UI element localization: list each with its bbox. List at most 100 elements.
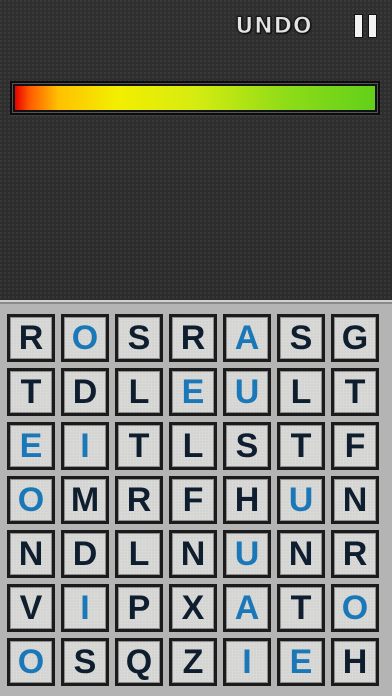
letter-tile[interactable]: G	[331, 314, 379, 362]
tile-letter: U	[288, 481, 314, 519]
tile-letter: V	[19, 589, 43, 627]
letter-tile[interactable]: U	[223, 368, 271, 416]
letter-tile[interactable]: D	[61, 530, 109, 578]
tile-letter: L	[128, 535, 150, 573]
letter-tile[interactable]: E	[7, 422, 55, 470]
tile-face: N	[334, 479, 376, 521]
tile-face: U	[226, 533, 268, 575]
tile-face: L	[280, 371, 322, 413]
tile-face: U	[280, 479, 322, 521]
letter-grid: ROSRASGTDLEULTEITLSTFOMRFHUNNDLNUNRVIPXA…	[7, 314, 379, 686]
letter-tile[interactable]: E	[277, 638, 325, 686]
tile-face: L	[172, 425, 214, 467]
letter-tile[interactable]: P	[115, 584, 163, 632]
letter-tile[interactable]: F	[169, 476, 217, 524]
letter-tile[interactable]: Z	[169, 638, 217, 686]
letter-tile[interactable]: I	[61, 584, 109, 632]
tile-letter: R	[180, 319, 206, 357]
letter-tile[interactable]: R	[169, 314, 217, 362]
letter-tile[interactable]: F	[331, 422, 379, 470]
tile-face: T	[334, 371, 376, 413]
undo-button[interactable]: UNDO	[219, 12, 329, 40]
letter-tile[interactable]: X	[169, 584, 217, 632]
tile-letter: E	[289, 643, 313, 681]
letter-tile[interactable]: L	[277, 368, 325, 416]
letter-tile[interactable]: R	[7, 314, 55, 362]
letter-tile[interactable]: O	[331, 584, 379, 632]
letter-tile[interactable]: N	[169, 530, 217, 578]
tile-face: S	[64, 641, 106, 683]
tile-face: T	[280, 425, 322, 467]
tile-face: U	[226, 371, 268, 413]
letter-tile[interactable]: T	[7, 368, 55, 416]
letter-tile[interactable]: S	[115, 314, 163, 362]
game-board: ROSRASGTDLEULTEITLSTFOMRFHUNNDLNUNRVIPXA…	[0, 300, 392, 696]
letter-tile[interactable]: T	[277, 422, 325, 470]
tile-face: H	[334, 641, 376, 683]
letter-tile[interactable]: M	[61, 476, 109, 524]
letter-tile[interactable]: S	[223, 422, 271, 470]
letter-tile[interactable]: V	[7, 584, 55, 632]
tile-face: F	[334, 425, 376, 467]
letter-tile[interactable]: A	[223, 314, 271, 362]
letter-tile[interactable]: I	[61, 422, 109, 470]
tile-face: D	[64, 533, 106, 575]
tile-face: P	[118, 587, 160, 629]
tile-face: R	[118, 479, 160, 521]
tile-letter: I	[242, 643, 252, 681]
pause-icon-bar-left	[353, 14, 363, 38]
letter-tile[interactable]: L	[115, 368, 163, 416]
tile-letter: U	[234, 373, 260, 411]
tile-letter: T	[344, 373, 366, 411]
pause-button[interactable]	[352, 14, 378, 38]
letter-tile[interactable]: T	[277, 584, 325, 632]
letter-tile[interactable]: L	[169, 422, 217, 470]
letter-tile[interactable]: N	[331, 476, 379, 524]
tile-face: I	[226, 641, 268, 683]
tile-letter: F	[344, 427, 366, 465]
letter-tile[interactable]: H	[331, 638, 379, 686]
tile-face: I	[64, 425, 106, 467]
letter-tile[interactable]: U	[277, 476, 325, 524]
tile-face: S	[280, 317, 322, 359]
letter-tile[interactable]: O	[7, 476, 55, 524]
tile-face: O	[334, 587, 376, 629]
letter-tile[interactable]: I	[223, 638, 271, 686]
tile-face: H	[226, 479, 268, 521]
tile-letter: H	[342, 643, 368, 681]
tile-letter: O	[71, 319, 99, 357]
tile-face: N	[280, 533, 322, 575]
tile-face: R	[172, 317, 214, 359]
letter-tile[interactable]: S	[61, 638, 109, 686]
tile-letter: L	[128, 373, 150, 411]
letter-tile[interactable]: T	[331, 368, 379, 416]
tile-letter: A	[234, 319, 260, 357]
tile-letter: O	[17, 643, 45, 681]
tile-letter: T	[20, 373, 42, 411]
tile-face: N	[10, 533, 52, 575]
letter-tile[interactable]: N	[277, 530, 325, 578]
tile-letter: I	[80, 427, 90, 465]
letter-tile[interactable]: H	[223, 476, 271, 524]
letter-tile[interactable]: A	[223, 584, 271, 632]
letter-tile[interactable]: L	[115, 530, 163, 578]
tile-letter: S	[235, 427, 259, 465]
letter-tile[interactable]: D	[61, 368, 109, 416]
letter-tile[interactable]: O	[61, 314, 109, 362]
letter-tile[interactable]: R	[331, 530, 379, 578]
tile-face: O	[10, 479, 52, 521]
letter-tile[interactable]: E	[169, 368, 217, 416]
tile-face: M	[64, 479, 106, 521]
letter-tile[interactable]: O	[7, 638, 55, 686]
tile-letter: S	[127, 319, 151, 357]
letter-tile[interactable]: S	[277, 314, 325, 362]
tile-face: R	[10, 317, 52, 359]
letter-tile[interactable]: N	[7, 530, 55, 578]
tile-letter: I	[80, 589, 90, 627]
letter-tile[interactable]: T	[115, 422, 163, 470]
letter-tile[interactable]: Q	[115, 638, 163, 686]
tile-face: S	[226, 425, 268, 467]
letter-tile[interactable]: U	[223, 530, 271, 578]
letter-tile[interactable]: R	[115, 476, 163, 524]
tile-letter: L	[182, 427, 204, 465]
